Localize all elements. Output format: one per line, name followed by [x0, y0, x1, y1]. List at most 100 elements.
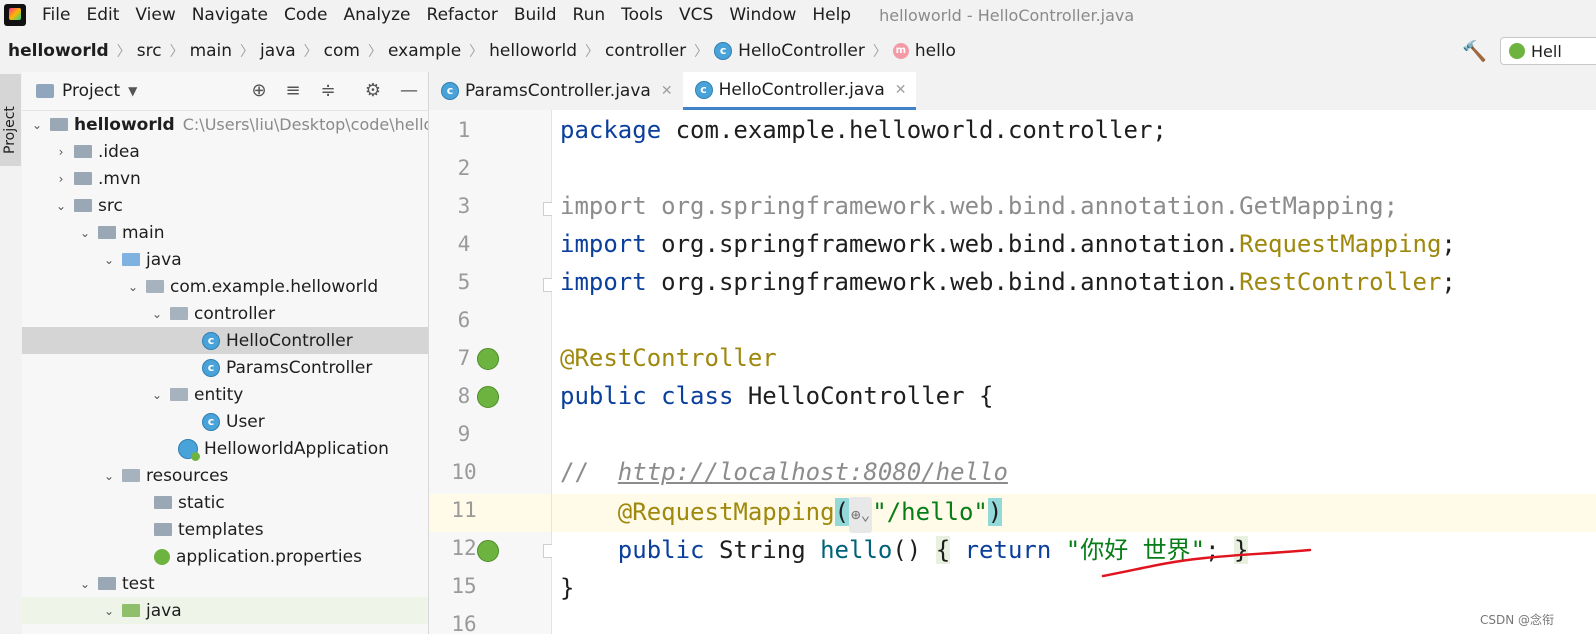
tree-item-label: templates [178, 519, 264, 540]
tree-item-application[interactable]: HelloworldApplication [22, 435, 428, 462]
menu-tools[interactable]: Tools [613, 5, 671, 25]
project-tool-window-tab[interactable]: Project [0, 74, 21, 166]
globe-inlay-icon[interactable]: ⊕⌄ [849, 497, 873, 533]
code-token: org.springframework.web.bind.annotation. [646, 230, 1240, 258]
project-view-selector[interactable]: Project [62, 81, 120, 101]
chevron-down-icon[interactable]: ⌄ [54, 199, 68, 213]
tree-item-entity[interactable]: ⌄ entity [22, 381, 428, 408]
menu-help[interactable]: Help [804, 5, 859, 25]
menu-build[interactable]: Build [506, 5, 565, 25]
chevron-down-icon[interactable]: ⌄ [150, 307, 164, 321]
crumb-project[interactable]: helloworld [0, 41, 115, 61]
line-number: 5 [457, 270, 471, 294]
collapse-all-icon[interactable]: ≑ [317, 80, 339, 102]
tree-item-src[interactable]: ⌄ src [22, 192, 428, 219]
gear-icon[interactable]: ⚙ [362, 80, 384, 102]
line-number: 6 [457, 308, 471, 332]
chevron-down-icon[interactable]: ⌄ [78, 577, 92, 591]
spring-endpoint-gutter-icon[interactable] [477, 540, 499, 562]
menu-run[interactable]: Run [565, 5, 614, 25]
menu-navigate[interactable]: Navigate [184, 5, 276, 25]
spring-bean-gutter-icon[interactable] [477, 386, 499, 408]
tab-hellocontroller[interactable]: c HelloController.java ✕ [682, 72, 917, 110]
menu-analyze[interactable]: Analyze [336, 5, 419, 25]
tree-item-application-properties[interactable]: application.properties [22, 543, 428, 570]
crumb-separator-icon: 〉 [116, 44, 131, 60]
spring-boot-icon [1509, 43, 1525, 59]
code-editor[interactable]: package com.example.helloworld.controlle… [552, 110, 1596, 634]
expand-all-icon[interactable]: ≡ [282, 80, 304, 102]
crumb-com[interactable]: com [320, 41, 366, 61]
menu-code[interactable]: Code [276, 5, 336, 25]
build-hammer-icon[interactable]: 🔨 [1462, 40, 1487, 62]
tree-item-static[interactable]: static [22, 489, 428, 516]
crumb-java[interactable]: java [256, 41, 302, 61]
spring-bean-gutter-icon[interactable] [477, 348, 499, 370]
crumb-separator-icon: 〉 [303, 44, 318, 60]
tree-item-test-java[interactable]: ⌄ java [22, 597, 428, 624]
tree-item-idea[interactable]: › .idea [22, 138, 428, 165]
menu-window[interactable]: Window [721, 5, 804, 25]
crumb-example[interactable]: example [384, 41, 467, 61]
red-annotation-stroke [1101, 548, 1312, 578]
code-token: ) [987, 498, 1003, 526]
tree-item-package[interactable]: ⌄ com.example.helloworld [22, 273, 428, 300]
tree-item-project-root[interactable]: ⌄ helloworld C:\Users\liu\Desktop\code\hel… [22, 111, 428, 138]
chevron-down-icon[interactable]: ⌄ [30, 118, 44, 132]
crumb-separator-icon: 〉 [367, 44, 382, 60]
crumb-main[interactable]: main [186, 41, 238, 61]
crumb-hellocontroller[interactable]: c HelloController [710, 41, 871, 61]
tree-item-label: ParamsController [226, 357, 373, 378]
hide-panel-icon[interactable]: — [398, 80, 420, 102]
tree-item-label: test [122, 573, 155, 594]
locate-icon[interactable]: ⊕ [248, 80, 270, 102]
menu-file[interactable]: File [34, 5, 78, 25]
chevron-down-icon[interactable]: ▼ [128, 84, 137, 98]
line-number: 16 [451, 612, 477, 636]
tree-item-main[interactable]: ⌄ main [22, 219, 428, 246]
chevron-down-icon[interactable]: ⌄ [126, 280, 140, 294]
code-token: org.springframework.web.bind.annotation. [646, 268, 1240, 296]
chevron-down-icon[interactable]: ⌄ [102, 253, 116, 267]
menu-edit[interactable]: Edit [78, 5, 127, 25]
tree-item-hellocontroller[interactable]: c HelloController [22, 327, 428, 354]
crumb-label: HelloController [738, 41, 865, 61]
tree-item-mvn[interactable]: › .mvn [22, 165, 428, 192]
menu-view[interactable]: View [127, 5, 183, 25]
tree-item-label: helloworld [74, 114, 175, 135]
tree-item-templates[interactable]: templates [22, 516, 428, 543]
spring-application-icon [178, 438, 200, 461]
tree-item-java[interactable]: ⌄ java [22, 246, 428, 273]
tree-item-user[interactable]: c User [22, 408, 428, 435]
menu-refactor[interactable]: Refactor [419, 5, 506, 25]
chevron-down-icon[interactable]: ⌄ [102, 469, 116, 483]
crumb-src[interactable]: src [133, 41, 168, 61]
crumb-separator-icon: 〉 [240, 44, 255, 60]
tree-item-controller[interactable]: ⌄ controller [22, 300, 428, 327]
tree-item-resources[interactable]: ⌄ resources [22, 462, 428, 489]
close-icon[interactable]: ✕ [895, 82, 907, 98]
editor-gutter[interactable]: 1 2 3 4 5 6 7 8 9 10 11 12 15 16 [429, 110, 557, 636]
tree-item-test[interactable]: ⌄ test [22, 570, 428, 597]
menu-vcs[interactable]: VCS [671, 5, 721, 25]
crumb-helloworld[interactable]: helloworld [485, 41, 583, 61]
comment-url-link[interactable]: http://localhost:8080/hello [618, 458, 1008, 486]
folder-icon [50, 118, 68, 131]
tree-item-paramscontroller[interactable]: c ParamsController [22, 354, 428, 381]
chevron-down-icon[interactable]: ⌄ [150, 388, 164, 402]
chevron-down-icon[interactable]: ⌄ [102, 604, 116, 618]
run-config-selector[interactable]: Hell [1500, 37, 1596, 65]
chevron-down-icon[interactable]: ⌄ [78, 226, 92, 240]
chevron-right-icon[interactable]: › [54, 145, 68, 159]
tab-paramscontroller[interactable]: c ParamsController.java ✕ [429, 72, 683, 110]
crumb-hello-method[interactable]: m hello [889, 41, 962, 61]
crumb-controller[interactable]: controller [601, 41, 692, 61]
class-icon: c [694, 80, 713, 99]
code-token: package [560, 116, 662, 144]
tree-item-label: src [98, 195, 123, 216]
chevron-right-icon[interactable]: › [54, 172, 68, 186]
code-token: @RequestMapping [560, 498, 835, 526]
folder-icon [98, 577, 116, 590]
folder-icon [154, 496, 172, 509]
close-icon[interactable]: ✕ [661, 83, 673, 99]
